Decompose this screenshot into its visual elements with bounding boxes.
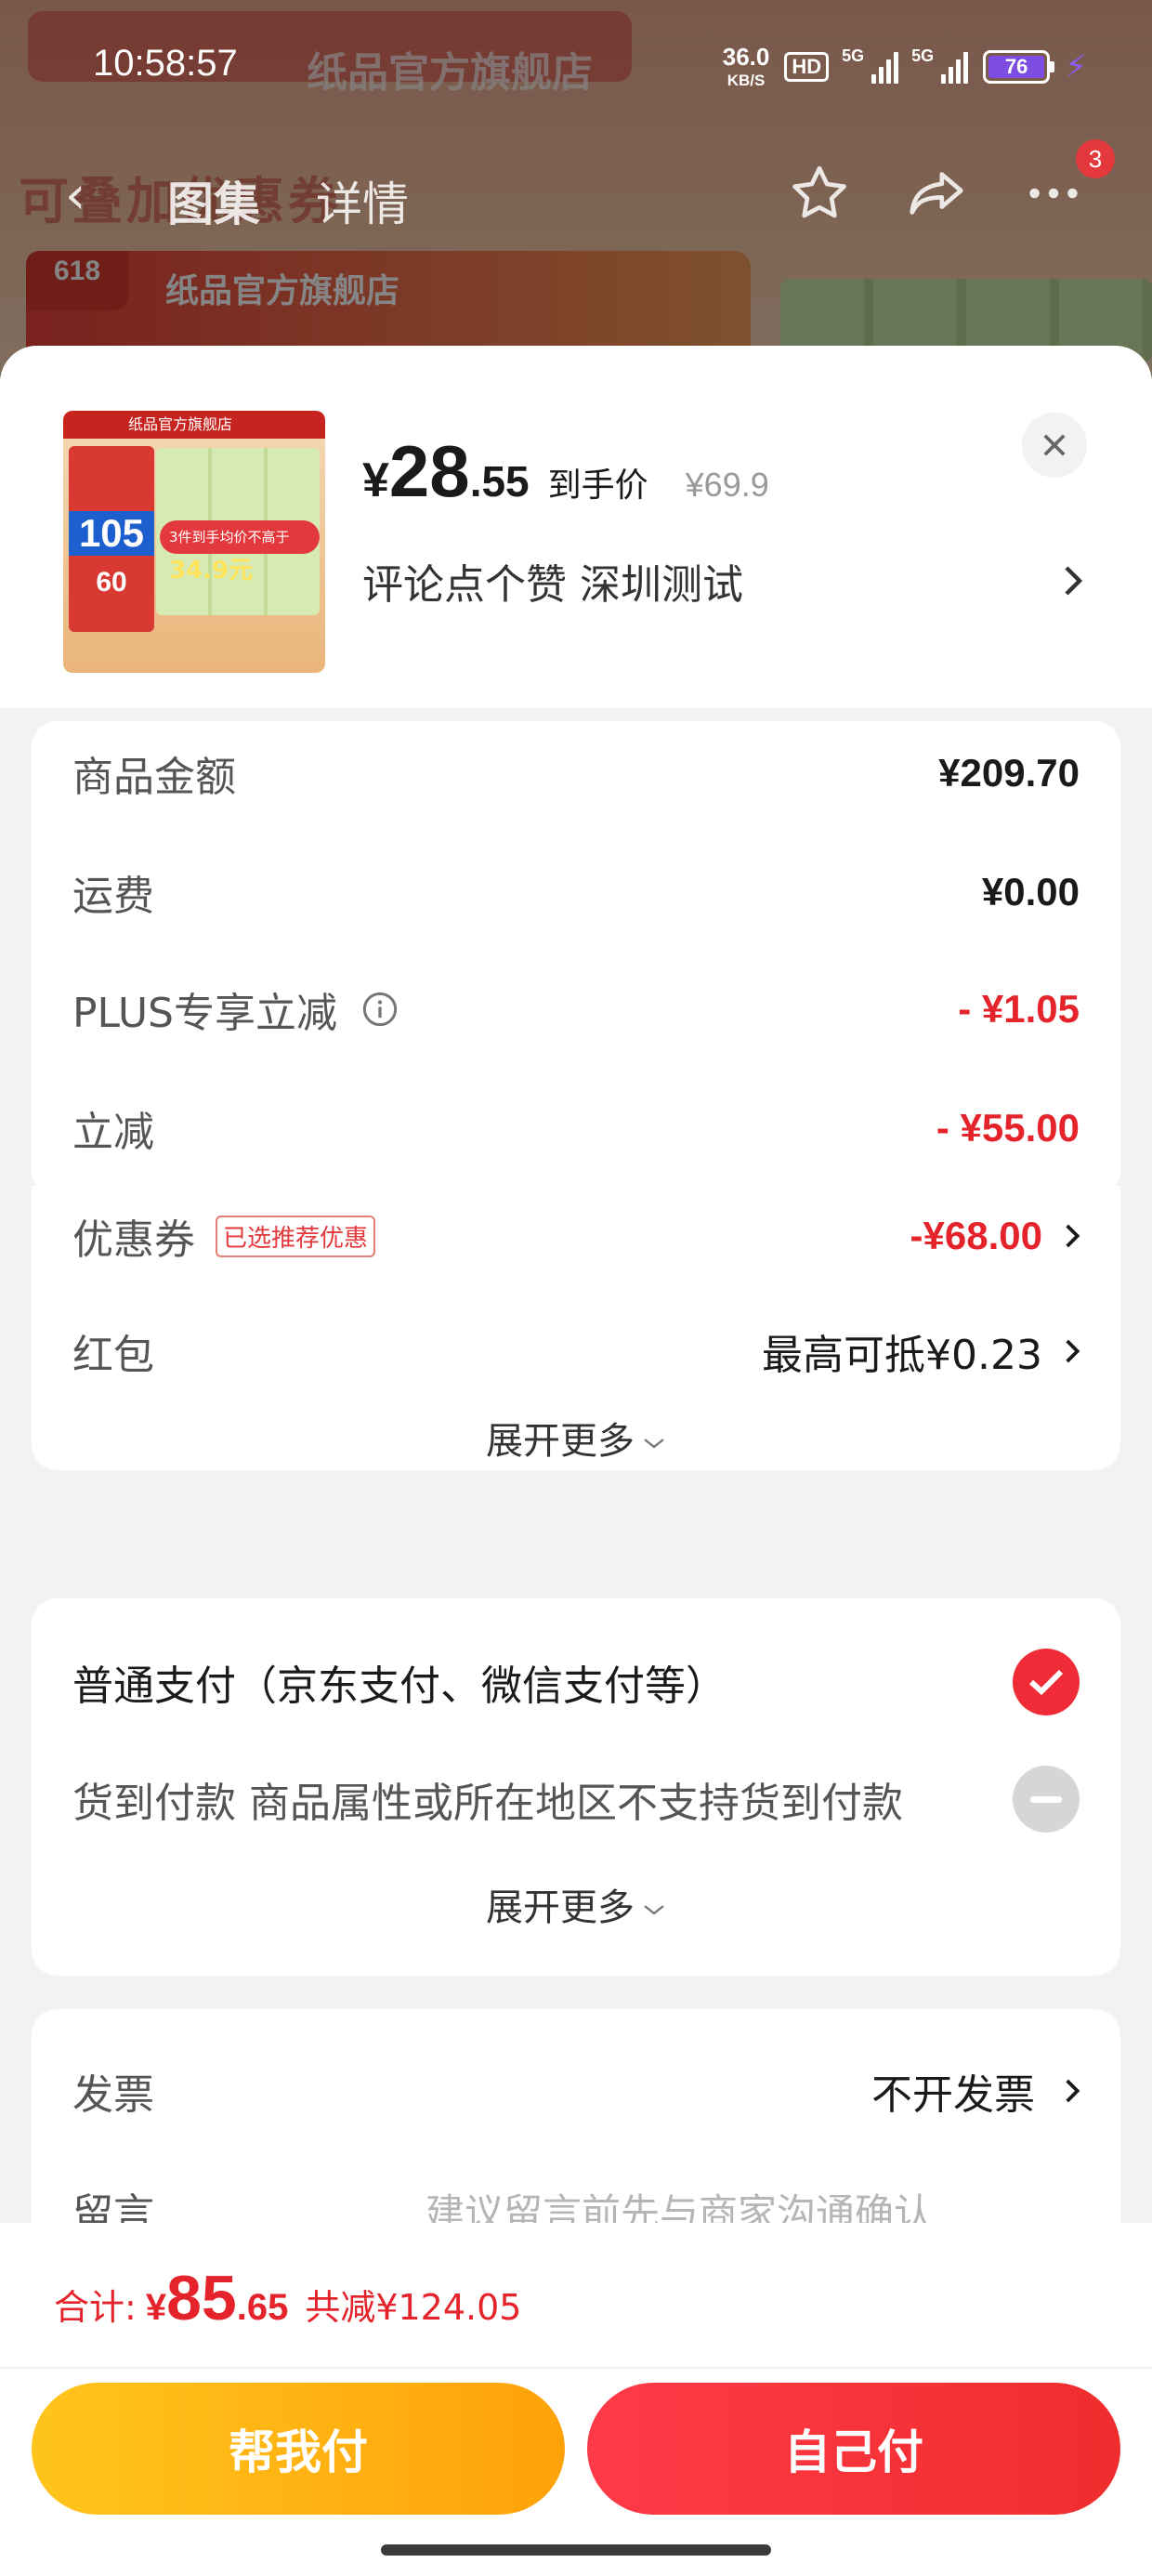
total-decimal: .65 — [236, 2287, 289, 2328]
invoice-value-wrap: 不开发票 — [871, 2061, 1083, 2121]
chevron-right-icon — [1066, 1224, 1080, 1248]
signal-1-label: 5G — [842, 46, 865, 65]
network-speed-unit: KB/S — [727, 72, 766, 89]
payment-method-card: 普通支付（京东支付、微信支付等） 货到付款 商品属性或所在地区不支持货到付款 展… — [32, 1598, 1120, 1976]
charging-icon: ⚡ — [1065, 47, 1087, 85]
goods-amount-label: 商品金额 — [72, 754, 236, 801]
row-goods-amount: 商品金额 ¥209.70 — [72, 736, 1080, 810]
coupon-value: -¥68.00 — [910, 1214, 1042, 1257]
coupon-label: 优惠券 — [72, 1216, 195, 1264]
hd-icon: HD — [784, 51, 830, 82]
battery-icon: 76 — [983, 49, 1055, 84]
tab-details[interactable]: 详情 — [316, 167, 409, 234]
chevron-right-icon — [1066, 2079, 1080, 2103]
instant-discount-label: 立减 — [72, 1109, 154, 1156]
spec-text: 评论点个赞 深圳测试 — [362, 561, 743, 609]
goods-amount-value: ¥209.70 — [938, 751, 1080, 795]
coupon-value-wrap: -¥68.00 — [910, 1214, 1083, 1258]
chevron-right-icon — [1066, 1339, 1080, 1363]
home-indicator[interactable] — [381, 2544, 771, 2556]
plus-discount-value: - ¥1.05 — [958, 987, 1080, 1031]
expand-more-amounts[interactable]: 展开更多 — [32, 1411, 1120, 1465]
thumb-promo-strip: 105 60 — [69, 446, 154, 632]
signal-2-label: 5G — [911, 46, 935, 65]
original-price: ¥69.9 — [685, 466, 769, 504]
shipping-value: ¥0.00 — [981, 870, 1080, 913]
chevron-down-icon — [644, 1439, 664, 1449]
row-coupon[interactable]: 优惠券 已选推荐优惠 -¥68.00 — [72, 1199, 1083, 1273]
network-speed-value: 36.0 — [722, 43, 770, 71]
thumb-pill-text: 3件到手均价不高于 — [169, 529, 290, 545]
close-icon[interactable] — [1022, 413, 1087, 478]
total-label: 合计: — [54, 2287, 137, 2328]
signal-icon: 5G — [842, 46, 899, 84]
invoice-label: 发票 — [72, 2071, 154, 2119]
product-header: 纸品官方旗舰店 105 60 3件到手均价不高于 34.9元 ¥ 28 .55 到… — [0, 346, 1152, 708]
tab-gallery[interactable]: 图集 — [167, 167, 260, 234]
payment-option-cod: 货到付款 商品属性或所在地区不支持货到付款 — [72, 1762, 1080, 1836]
price-decimal: .55 — [469, 457, 530, 506]
row-invoice[interactable]: 发票 不开发票 — [72, 2054, 1083, 2128]
divider — [0, 2367, 1152, 2369]
disabled-icon — [1013, 1766, 1080, 1833]
network-speed: 36.0 KB/S — [723, 43, 770, 90]
status-bar: 10:58:57 36.0 KB/S HD 5G 5G 76 ⚡ — [0, 0, 1152, 130]
row-shipping: 运费 ¥0.00 — [72, 855, 1080, 929]
thumb-price-pill: 3件到手均价不高于 34.9元 — [160, 520, 320, 585]
notification-badge: 3 — [1076, 139, 1115, 178]
price-currency: ¥ — [362, 453, 389, 507]
red-packet-value-wrap: 最高可抵¥0.23 — [762, 1321, 1083, 1381]
row-red-packet[interactable]: 红包 最高可抵¥0.23 — [72, 1314, 1083, 1388]
amount-breakdown-card: 商品金额 ¥209.70 运费 ¥0.00 PLUS专享立减 - ¥1.05 立… — [32, 721, 1120, 1197]
expand-more-label: 展开更多 — [486, 1420, 635, 1463]
thumb-big-number: 105 — [69, 511, 154, 556]
thumb-shop-name: 纸品官方旗舰店 — [63, 411, 325, 439]
share-icon[interactable] — [899, 156, 974, 230]
row-instant-discount: 立减 - ¥55.00 — [72, 1091, 1080, 1165]
top-nav: ‹ 图集 详情 — [0, 149, 1152, 242]
instant-discount-value: - ¥55.00 — [936, 1106, 1080, 1150]
plus-discount-label-wrap: PLUS专享立减 — [72, 979, 399, 1039]
total-saved: 共减¥124.05 — [305, 2287, 522, 2328]
product-thumbnail[interactable]: 纸品官方旗舰店 105 60 3件到手均价不高于 34.9元 — [63, 411, 325, 673]
invoice-value: 不开发票 — [871, 2071, 1035, 2119]
status-time: 10:58:57 — [93, 43, 238, 84]
amount-breakdown-card-lower: 优惠券 已选推荐优惠 -¥68.00 红包 最高可抵¥0.23 展开更多 — [32, 1186, 1120, 1470]
coupon-tag: 已选推荐优惠 — [216, 1215, 376, 1257]
coupon-label-wrap: 优惠券 已选推荐优惠 — [72, 1206, 376, 1266]
pay-myself-button[interactable]: 自己付 — [587, 2383, 1120, 2515]
chevron-down-icon — [644, 1905, 664, 1915]
battery-level: 76 — [988, 55, 1045, 78]
chevron-right-icon — [1061, 562, 1087, 599]
checked-icon[interactable] — [1013, 1649, 1080, 1715]
expand-more-payment[interactable]: 展开更多 — [32, 1877, 1120, 1931]
total-row: 合计: ¥ 85 .65 共减¥124.05 — [54, 2262, 521, 2334]
info-icon[interactable] — [361, 991, 399, 1028]
red-packet-value: 最高可抵¥0.23 — [762, 1332, 1042, 1379]
price-row: ¥ 28 .55 到手价 ¥69.9 — [362, 429, 769, 514]
help-me-pay-button[interactable]: 帮我付 — [32, 2383, 565, 2515]
shipping-label: 运费 — [72, 873, 154, 920]
red-packet-label: 红包 — [72, 1332, 154, 1379]
checkout-bottom-bar: 合计: ¥ 85 .65 共减¥124.05 帮我付 自己付 — [0, 2223, 1152, 2576]
thumb-small-number: 60 — [96, 567, 127, 598]
total-integer: 85 — [166, 2263, 237, 2333]
plus-discount-label: PLUS专享立减 — [72, 990, 337, 1037]
back-icon[interactable]: ‹ — [65, 165, 85, 226]
payment-option-normal[interactable]: 普通支付（京东支付、微信支付等） — [72, 1645, 1080, 1719]
spec-selector[interactable]: 评论点个赞 深圳测试 — [362, 548, 1087, 613]
price-integer: 28 — [388, 430, 470, 512]
thumb-pill-price: 34.9元 — [169, 557, 254, 585]
payment-normal-label: 普通支付（京东支付、微信支付等） — [72, 1663, 727, 1710]
signal-icon-2: 5G — [911, 46, 969, 84]
status-icons: 36.0 KB/S HD 5G 5G 76 ⚡ — [723, 43, 1087, 90]
expand-more-payment-label: 展开更多 — [486, 1886, 635, 1929]
row-plus-discount: PLUS专享立减 - ¥1.05 — [72, 972, 1080, 1046]
total-currency: ¥ — [145, 2287, 167, 2328]
payment-cod-label: 货到付款 商品属性或所在地区不支持货到付款 — [72, 1780, 903, 1827]
favorite-star-icon[interactable] — [782, 156, 857, 230]
price-label: 到手价 — [547, 467, 648, 505]
